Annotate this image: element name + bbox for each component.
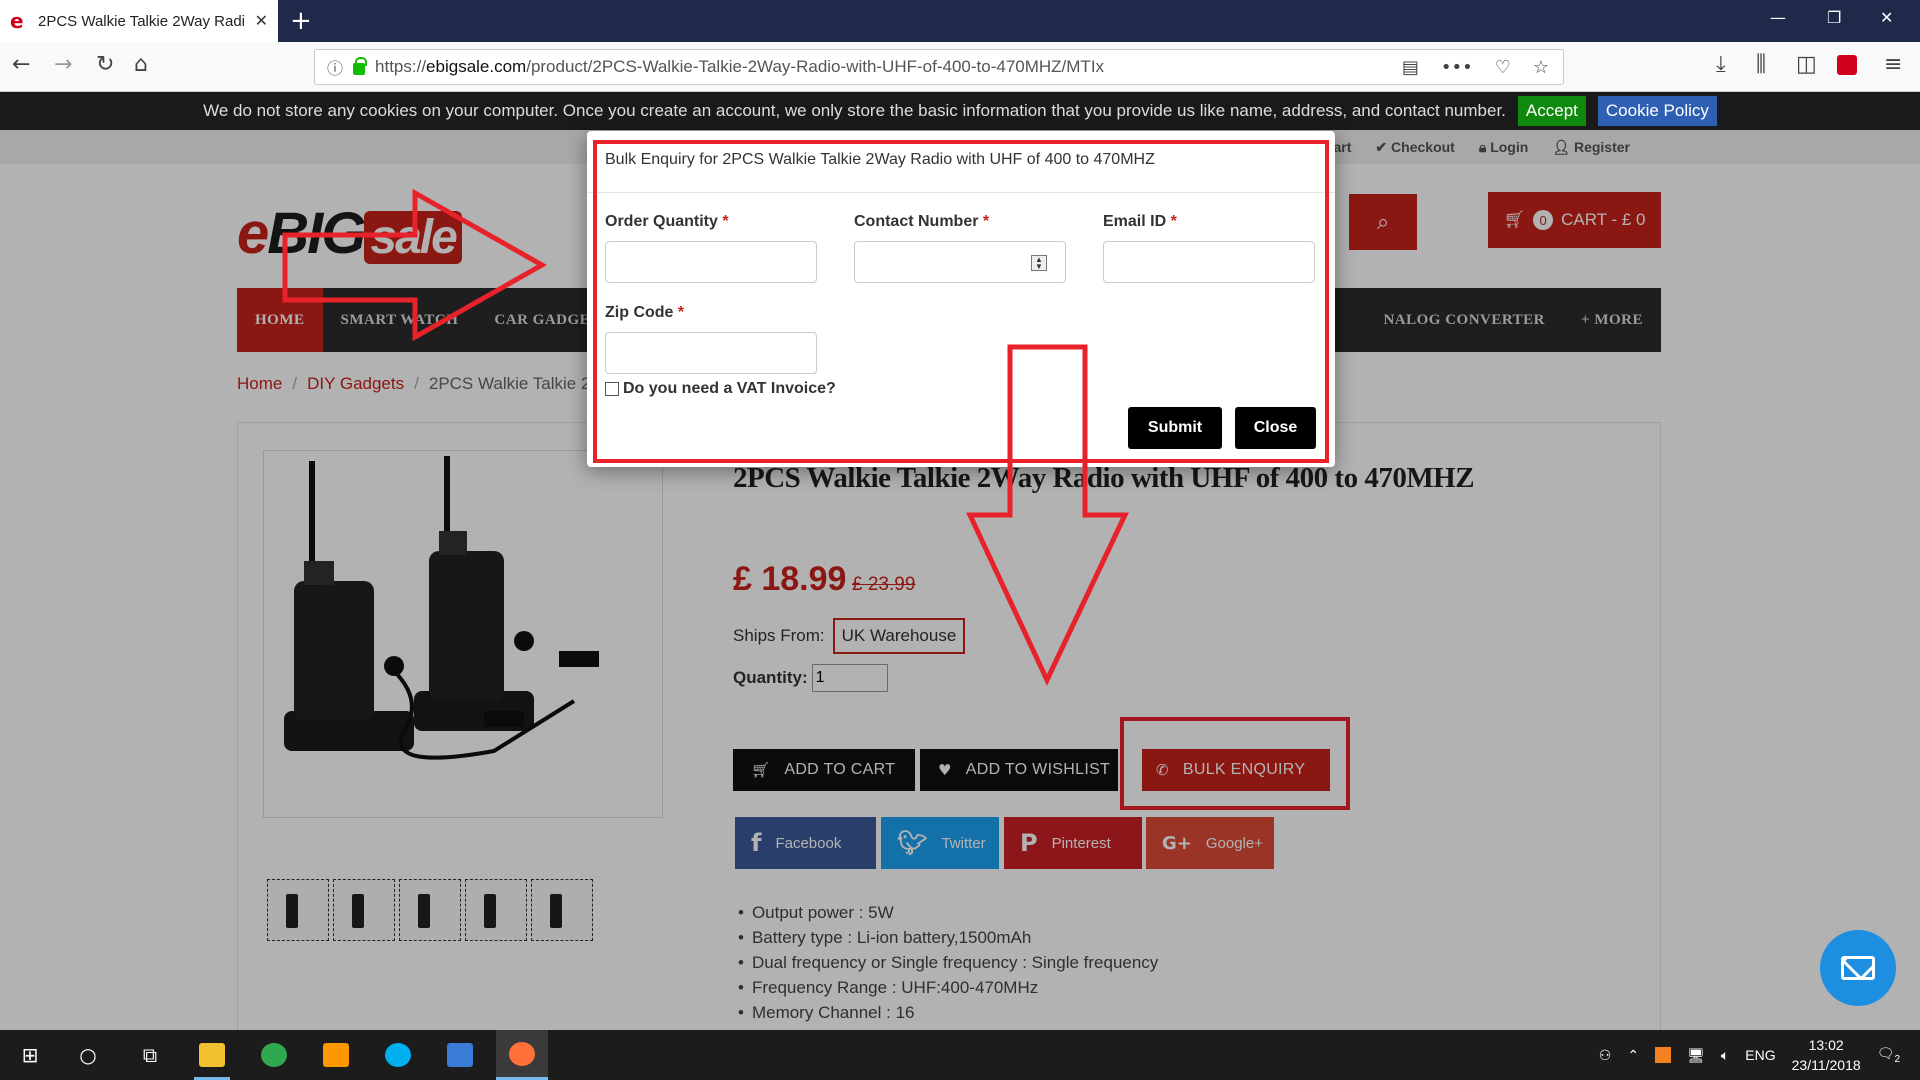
vat-invoice-label: Do you need a VAT Invoice? bbox=[623, 380, 836, 397]
back-icon[interactable]: ← bbox=[12, 52, 30, 77]
browser-tab[interactable]: e 2PCS Walkie Talkie 2Way Radio ✕ bbox=[0, 0, 278, 42]
chrome-icon[interactable] bbox=[248, 1030, 300, 1080]
cookie-message: We do not store any cookies on your comp… bbox=[203, 101, 1506, 120]
email-id-label: Email ID * bbox=[1103, 213, 1177, 230]
windows-taskbar: ⊞ ○ ⧉ ⚇ ⌃ 🖥︎ 🔈︎ ENG 13:02 23/11/2018 🗨︎2 bbox=[0, 1030, 1920, 1080]
cookie-policy-button[interactable]: Cookie Policy bbox=[1597, 96, 1717, 126]
close-tab-icon[interactable]: ✕ bbox=[255, 11, 268, 31]
site-info-icon[interactable]: ⓘ bbox=[327, 55, 343, 79]
tray-app-icon[interactable] bbox=[1655, 1047, 1672, 1063]
forward-icon[interactable]: → bbox=[54, 52, 72, 77]
extension-icon[interactable] bbox=[1837, 55, 1857, 75]
search-circle-icon[interactable]: ○ bbox=[62, 1030, 114, 1080]
vat-invoice-checkbox[interactable] bbox=[605, 382, 619, 396]
close-window-icon[interactable]: ✕ bbox=[1880, 8, 1893, 27]
skype-icon[interactable] bbox=[372, 1030, 424, 1080]
page-actions-icon[interactable]: ••• bbox=[1441, 57, 1473, 78]
notifications-icon[interactable]: 🗨︎2 bbox=[1877, 1045, 1900, 1065]
zip-code-input[interactable] bbox=[605, 332, 817, 374]
accept-cookies-button[interactable]: Accept bbox=[1517, 96, 1586, 126]
email-id-input[interactable] bbox=[1103, 241, 1315, 283]
task-view-icon[interactable]: ⧉ bbox=[124, 1030, 176, 1080]
number-spinner-icon[interactable]: ▲ ▼ bbox=[1031, 255, 1047, 271]
volume-icon[interactable]: 🔈︎ bbox=[1721, 1047, 1729, 1064]
language-indicator[interactable]: ENG bbox=[1745, 1047, 1775, 1063]
restore-icon[interactable]: ❐ bbox=[1827, 8, 1841, 27]
submit-button[interactable]: Submit bbox=[1128, 407, 1222, 449]
people-icon[interactable]: ⚇ bbox=[1599, 1047, 1612, 1064]
zip-code-label: Zip Code * bbox=[605, 304, 685, 321]
library-icon[interactable]: ⫼ bbox=[1756, 52, 1766, 77]
secure-lock-icon bbox=[353, 57, 368, 75]
contact-mail-button[interactable] bbox=[1820, 930, 1896, 1006]
order-quantity-label: Order Quantity * bbox=[605, 213, 729, 230]
firefox-icon[interactable] bbox=[496, 1030, 548, 1080]
url-text: https://ebigsale.com/product/2PCS-Walkie… bbox=[375, 57, 1105, 76]
browser-nav-bar: ← → ↻ ⌂ ⓘ https://ebigsale.com/product/2… bbox=[0, 42, 1920, 92]
file-explorer-icon[interactable] bbox=[186, 1030, 238, 1080]
cookie-notice-bar: We do not store any cookies on your comp… bbox=[0, 92, 1920, 130]
pocket-icon[interactable]: ♡ bbox=[1495, 57, 1511, 78]
reader-view-icon[interactable]: ▤ bbox=[1402, 57, 1419, 78]
url-bar[interactable]: ⓘ https://ebigsale.com/product/2PCS-Walk… bbox=[314, 49, 1564, 85]
home-icon[interactable]: ⌂ bbox=[134, 52, 148, 77]
clock[interactable]: 13:02 23/11/2018 bbox=[1792, 1035, 1861, 1075]
sublime-text-icon[interactable] bbox=[310, 1030, 362, 1080]
tab-title: 2PCS Walkie Talkie 2Way Radio bbox=[38, 12, 245, 30]
reload-icon[interactable]: ↻ bbox=[96, 52, 114, 77]
menu-hamburger-icon[interactable]: ≡ bbox=[1884, 52, 1902, 77]
browser-tab-bar: e 2PCS Walkie Talkie 2Way Radio ✕ + — ❐ … bbox=[0, 0, 1920, 42]
downloads-icon[interactable]: ⤓ bbox=[1716, 52, 1726, 77]
site-favicon-icon: e bbox=[10, 9, 24, 33]
bulk-enquiry-modal: Bulk Enquiry for 2PCS Walkie Talkie 2Way… bbox=[587, 131, 1335, 467]
bookmark-star-icon[interactable]: ☆ bbox=[1533, 57, 1549, 78]
close-button[interactable]: Close bbox=[1235, 407, 1316, 449]
minimize-icon[interactable]: — bbox=[1770, 8, 1786, 27]
mail-icon bbox=[1841, 956, 1875, 980]
tray-chevron-icon[interactable]: ⌃ bbox=[1627, 1047, 1639, 1064]
contact-number-label: Contact Number * bbox=[854, 213, 990, 230]
order-quantity-input[interactable] bbox=[605, 241, 817, 283]
modal-title: Bulk Enquiry for 2PCS Walkie Talkie 2Way… bbox=[587, 131, 1335, 193]
sidebar-icon[interactable]: ◫ bbox=[1796, 52, 1817, 77]
vat-invoice-row: Do you need a VAT Invoice? bbox=[605, 380, 836, 398]
network-icon[interactable]: 🖥︎ bbox=[1687, 1047, 1705, 1064]
windows-start-icon[interactable]: ⊞ bbox=[4, 1030, 56, 1080]
app-icon[interactable] bbox=[434, 1030, 486, 1080]
new-tab-icon[interactable]: + bbox=[290, 6, 312, 36]
